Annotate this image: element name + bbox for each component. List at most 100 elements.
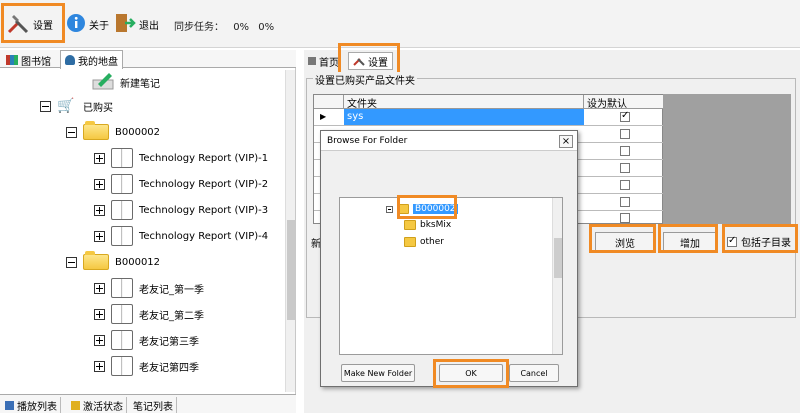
expand-toggle[interactable]	[94, 308, 105, 320]
left-bottom-tabs: 播放列表 激活状态 笔记列表	[0, 394, 296, 413]
sync-status: 同步任务： 0% 0%	[174, 18, 274, 33]
tab-my-shelf[interactable]: 我的地盘	[60, 50, 123, 69]
tab-playlist-label: 播放列表	[17, 401, 57, 413]
folder-label: other	[420, 237, 444, 247]
book-icon	[111, 200, 133, 220]
folder-icon	[83, 121, 109, 140]
folder-label: B000002	[115, 126, 161, 138]
left-panel: 图书馆 我的地盘 新建笔记 🛒 已购买 B000002 Technology R…	[0, 50, 296, 413]
group-title: 设置已购买产品文件夹	[313, 72, 417, 87]
include-subdir-highlight	[722, 224, 798, 253]
folder-icon	[404, 220, 416, 230]
expand-toggle[interactable]	[94, 230, 105, 242]
book-icon	[111, 330, 133, 350]
about-label: 关于	[89, 20, 109, 32]
dialog-tree-item-bksmix[interactable]: bksMix	[404, 218, 451, 232]
book-label: 老友记_第一季	[139, 284, 204, 296]
collapse-toggle[interactable]	[66, 126, 77, 138]
expand-toggle[interactable]	[94, 360, 105, 372]
tab-activation[interactable]: 激活状态	[68, 397, 127, 413]
settings-highlight	[1, 3, 65, 43]
new-note-label: 新建笔记	[120, 78, 160, 90]
about-button[interactable]: 关于	[66, 6, 109, 42]
book-icon	[111, 356, 133, 376]
shelf-tree: 新建笔记 🛒 已购买 B000002 Technology Report (VI…	[0, 70, 286, 392]
grid-row[interactable]: ▶ sys	[314, 109, 664, 126]
tree-item-book[interactable]: Technology Report (VIP)-2	[94, 174, 268, 194]
default-checkbox[interactable]	[620, 197, 630, 207]
sync-value-1: 0%	[233, 22, 250, 33]
folder-selection-highlight	[397, 195, 457, 219]
book-label: Technology Report (VIP)-4	[139, 230, 269, 242]
tree-item-book[interactable]: 老友记_第一季	[94, 278, 204, 298]
book-label: Technology Report (VIP)-3	[139, 204, 269, 216]
expand-toggle[interactable]	[94, 152, 105, 164]
expand-toggle[interactable]	[94, 282, 105, 294]
col-default-header: 设为默认	[584, 95, 664, 110]
left-scrollbar[interactable]	[285, 70, 295, 392]
expand-toggle[interactable]	[94, 204, 105, 216]
book-icon	[111, 278, 133, 298]
book-icon	[111, 226, 133, 246]
exit-label: 退出	[139, 20, 159, 32]
browse-highlight	[589, 224, 656, 253]
tree-item-book[interactable]: 老友记_第二季	[94, 304, 204, 324]
tab-my-shelf-label: 我的地盘	[78, 56, 118, 68]
home-icon	[308, 57, 316, 65]
ok-highlight	[433, 359, 509, 388]
tree-item-book[interactable]: 老友记第三季	[94, 330, 199, 350]
grid-empty-area	[663, 94, 791, 224]
tree-item-new-note[interactable]: 新建笔记	[92, 72, 160, 92]
collapse-toggle[interactable]	[66, 256, 77, 268]
info-icon	[66, 13, 86, 36]
dialog-title: Browse For Folder	[321, 131, 577, 151]
tab-home[interactable]: 首页	[308, 53, 339, 69]
tab-activation-label: 激活状态	[83, 401, 123, 413]
tab-library-label: 图书馆	[21, 56, 51, 68]
folder-tree: B000002 bksMix other	[339, 197, 563, 355]
tab-playlist[interactable]: 播放列表	[2, 397, 61, 413]
book-label: 老友记第四季	[139, 362, 199, 374]
book-icon	[111, 174, 133, 194]
expand-toggle[interactable]	[94, 178, 105, 190]
collapse-toggle[interactable]	[40, 100, 51, 112]
exit-button[interactable]: 退出	[112, 6, 159, 42]
tree-item-book[interactable]: Technology Report (VIP)-3	[94, 200, 268, 220]
folder-label: bksMix	[420, 220, 452, 230]
scrollbar-thumb[interactable]	[287, 220, 295, 320]
tree-item-book[interactable]: Technology Report (VIP)-1	[94, 148, 268, 168]
row-folder-cell[interactable]: sys	[344, 109, 584, 125]
tree-item-folder-b000012[interactable]: B000012	[66, 251, 160, 272]
cart-icon: 🛒	[57, 98, 75, 114]
make-new-folder-button[interactable]: Make New Folder	[341, 364, 415, 382]
expand-toggle[interactable]	[94, 334, 105, 346]
book-label: Technology Report (VIP)-1	[139, 152, 269, 164]
add-highlight	[658, 224, 718, 253]
tab-notes[interactable]: 笔记列表	[130, 397, 177, 413]
default-checkbox[interactable]	[620, 163, 630, 173]
default-checkbox[interactable]	[620, 213, 630, 223]
pencil-note-icon	[92, 72, 114, 93]
default-checkbox[interactable]	[620, 146, 630, 156]
tree-item-folder-b000002[interactable]: B000002	[66, 121, 161, 142]
list-icon	[5, 400, 14, 410]
close-button[interactable]: ×	[559, 135, 573, 148]
dialog-tree-item-other[interactable]: other	[404, 235, 444, 249]
collapse-toggle[interactable]	[386, 205, 393, 213]
tree-item-book[interactable]: Technology Report (VIP)-4	[94, 226, 268, 246]
tab-library[interactable]: 图书馆	[2, 52, 55, 68]
scrollbar-thumb[interactable]	[554, 238, 562, 278]
default-checkbox[interactable]	[620, 110, 630, 122]
folder-icon	[404, 237, 416, 247]
tree-item-purchased[interactable]: 🛒 已购买	[40, 96, 113, 116]
tree-item-book[interactable]: 老友记第四季	[94, 356, 199, 376]
dialog-scrollbar[interactable]	[552, 198, 562, 354]
col-folder-header: 文件夹	[344, 95, 584, 110]
sync-label: 同步任务：	[174, 22, 224, 33]
default-checkbox[interactable]	[620, 180, 630, 190]
row-pointer-icon: ▶	[320, 112, 327, 121]
default-checkbox[interactable]	[620, 129, 630, 139]
books-icon	[6, 55, 18, 65]
folder-icon	[83, 251, 109, 270]
cancel-button[interactable]: Cancel	[509, 364, 559, 382]
